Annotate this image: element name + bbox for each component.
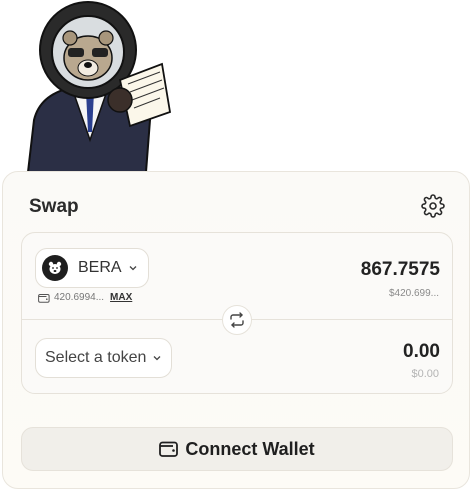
- connect-wallet-button[interactable]: Connect Wallet: [21, 427, 453, 471]
- chevron-down-icon: [153, 356, 161, 361]
- from-balance: 420.6994...: [54, 292, 105, 303]
- wallet-icon: [159, 441, 179, 457]
- gear-icon: [421, 194, 445, 218]
- swap-panel: BERA 420.6994... MAX 867.7575 $420.699..…: [21, 232, 453, 394]
- swap-arrows-icon: [230, 312, 244, 328]
- connect-wallet-label: Connect Wallet: [185, 438, 315, 459]
- from-amount-input[interactable]: 867.7575: [361, 259, 440, 281]
- from-balance-row: 420.6994... MAX: [38, 292, 132, 303]
- swap-title: Swap: [29, 196, 79, 217]
- max-button[interactable]: MAX: [110, 292, 132, 303]
- to-amount-input[interactable]: 0.00: [403, 341, 440, 363]
- to-usd-value: $0.00: [411, 368, 439, 380]
- chevron-down-icon: [129, 266, 137, 271]
- settings-button[interactable]: [421, 194, 445, 218]
- select-token-label: Select a token: [45, 349, 147, 366]
- swap-card: Swap BERA 420.6994... MAX 867.7575 $420.…: [2, 171, 470, 489]
- from-token-select-button[interactable]: BERA: [35, 248, 149, 288]
- to-token-select-button[interactable]: Select a token: [35, 338, 173, 378]
- from-usd-value: $420.699...: [388, 288, 439, 299]
- wallet-icon: [38, 293, 50, 303]
- mascot-illustration: [20, 0, 180, 173]
- switch-direction-button[interactable]: [222, 305, 252, 335]
- from-token-symbol: BERA: [78, 259, 122, 276]
- bear-logo-icon: [42, 255, 68, 281]
